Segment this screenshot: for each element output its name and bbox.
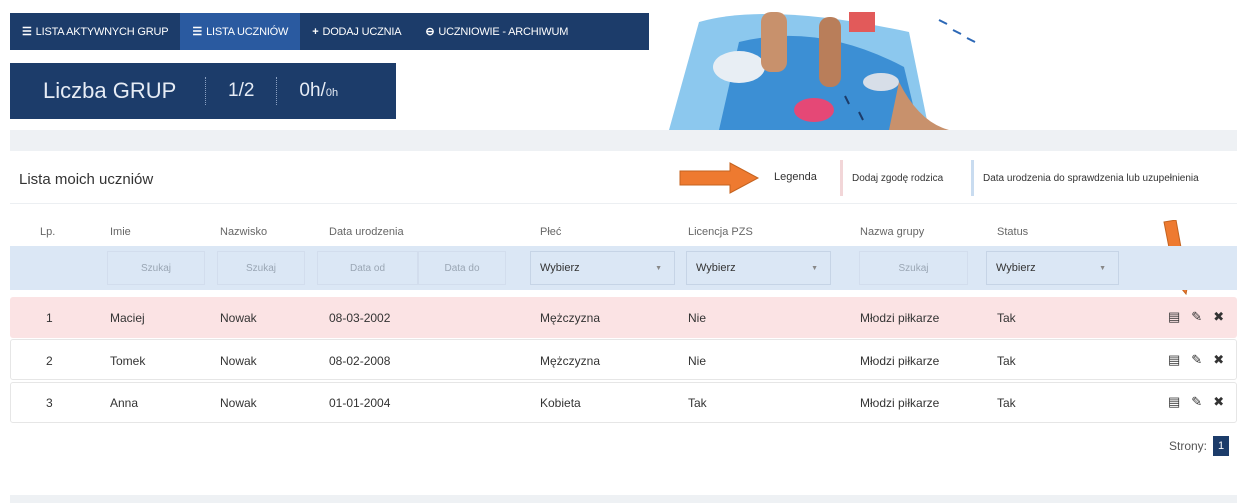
groups-count: 1/2 (228, 80, 255, 101)
cell-licencja: Tak (688, 396, 707, 410)
cell-imie: Anna (110, 396, 139, 410)
legend-label: Legenda (774, 171, 817, 183)
cell-data: 08-03-2002 (329, 311, 391, 325)
table-row (10, 382, 1237, 423)
cell-nazwisko: Nowak (220, 311, 257, 325)
main-nav: ☰ LISTA AKTYWNYCH GRUP ☰ LISTA UCZNIÓW +… (10, 13, 649, 50)
row-actions: ▤ ✎ ✖ (1168, 310, 1224, 323)
chevron-down-icon: ▼ (811, 264, 818, 272)
nav-label: DODAJ UCZNIA (322, 25, 402, 38)
details-icon[interactable]: ▤ (1168, 395, 1180, 408)
details-icon[interactable]: ▤ (1168, 310, 1180, 323)
status-select[interactable]: Wybierz ▼ (986, 251, 1119, 285)
table-row (10, 297, 1237, 338)
cell-plec: Kobieta (540, 396, 581, 410)
cell-imie: Tomek (110, 354, 146, 368)
header: ☰ LISTA AKTYWNYCH GRUP ☰ LISTA UCZNIÓW +… (0, 0, 1237, 135)
chevron-down-icon: ▼ (1099, 264, 1106, 272)
hero-illustration (649, 12, 976, 130)
col-status[interactable]: Status (997, 226, 1028, 238)
hours-count: 0h/0h (299, 80, 339, 101)
arrow-right-icon (679, 162, 760, 194)
nav-label: LISTA AKTYWNYCH GRUP (35, 25, 169, 38)
counter-label: Liczba GRUP (43, 78, 177, 103)
cell-data: 08-02-2008 (329, 354, 391, 368)
cell-grupa: Młodzi piłkarze (860, 396, 940, 410)
date-from-input[interactable]: Data od (317, 251, 418, 285)
edit-icon[interactable]: ✎ (1191, 353, 1202, 366)
cell-lp: 1 (46, 311, 53, 325)
details-icon[interactable]: ▤ (1168, 353, 1180, 366)
pagination-label: Strony: (1169, 439, 1208, 453)
delete-icon[interactable]: ✖ (1213, 353, 1224, 366)
cell-grupa: Młodzi piłkarze (860, 354, 940, 368)
edit-icon[interactable]: ✎ (1191, 395, 1202, 408)
select-value: Wybierz (540, 262, 580, 274)
divider (10, 203, 1237, 204)
search-nazwisko-input[interactable]: Szukaj (217, 251, 305, 285)
col-nazwisko[interactable]: Nazwisko (220, 226, 267, 238)
cell-data: 01-01-2004 (329, 396, 391, 410)
col-imie[interactable]: Imie (110, 226, 131, 238)
col-nazwa-grupy[interactable]: Nazwa grupy (860, 226, 924, 238)
group-counter: Liczba GRUP 1/2 0h/0h (10, 63, 396, 119)
nav-label: UCZNIOWIE - ARCHIWUM (438, 25, 569, 38)
hero-image (649, 12, 1029, 130)
search-imie-input[interactable]: Szukaj (107, 251, 205, 285)
cell-lp: 3 (46, 396, 53, 410)
col-data-urodzenia[interactable]: Data urodzenia (329, 226, 404, 238)
row-actions: ▤ ✎ ✖ (1168, 353, 1224, 366)
cell-grupa: Młodzi piłkarze (860, 311, 940, 325)
col-licencja[interactable]: Licencja PZS (688, 226, 753, 238)
cell-imie: Maciej (110, 311, 145, 325)
chevron-down-icon: ▼ (655, 264, 662, 272)
cell-status: Tak (997, 396, 1016, 410)
page-button[interactable]: 1 (1213, 436, 1230, 456)
pagination: Strony: 1 (1169, 436, 1230, 456)
cell-licencja: Nie (688, 311, 707, 325)
col-plec[interactable]: Płeć (540, 226, 561, 238)
search-grupa-input[interactable]: Szukaj (859, 251, 968, 285)
plus-icon: + (312, 25, 319, 38)
cell-plec: Mężczyzna (540, 311, 601, 325)
select-value: Wybierz (996, 262, 1036, 274)
col-lp[interactable]: Lp. (40, 226, 55, 238)
cell-licencja: Nie (688, 354, 707, 368)
cell-nazwisko: Nowak (220, 396, 257, 410)
select-value: Wybierz (696, 262, 736, 274)
nav-students-list[interactable]: ☰ LISTA UCZNIÓW (180, 13, 301, 50)
list-icon: ☰ (22, 26, 32, 38)
footer-band (10, 495, 1237, 503)
legend-birthdate-check: Data urodzenia do sprawdzenia lub uzupeł… (971, 160, 1208, 196)
date-to-input[interactable]: Data do (418, 251, 506, 285)
cell-lp: 2 (46, 354, 53, 368)
list-icon: ☰ (192, 26, 203, 38)
row-actions: ▤ ✎ ✖ (1168, 395, 1224, 408)
cell-nazwisko: Nowak (220, 354, 257, 368)
nav-add-student[interactable]: + DODAJ UCZNIA (300, 13, 413, 50)
cell-plec: Mężczyzna (540, 354, 601, 368)
cell-status: Tak (997, 354, 1016, 368)
archive-icon: ⊖ (425, 26, 435, 38)
panel-title: Lista moich uczniów (19, 171, 154, 188)
nav-active-groups[interactable]: ☰ LISTA AKTYWNYCH GRUP (10, 13, 180, 50)
edit-icon[interactable]: ✎ (1191, 310, 1202, 323)
plec-select[interactable]: Wybierz ▼ (530, 251, 675, 285)
table-row (10, 339, 1237, 380)
nav-label: LISTA UCZNIÓW (206, 25, 289, 38)
nav-archive[interactable]: ⊖ UCZNIOWIE - ARCHIWUM (413, 13, 580, 50)
header-band (10, 130, 1237, 151)
delete-icon[interactable]: ✖ (1213, 310, 1224, 323)
cell-status: Tak (997, 311, 1016, 325)
licencja-select[interactable]: Wybierz ▼ (686, 251, 831, 285)
delete-icon[interactable]: ✖ (1213, 395, 1224, 408)
legend-parent-consent: Dodaj zgodę rodzica (840, 160, 952, 196)
